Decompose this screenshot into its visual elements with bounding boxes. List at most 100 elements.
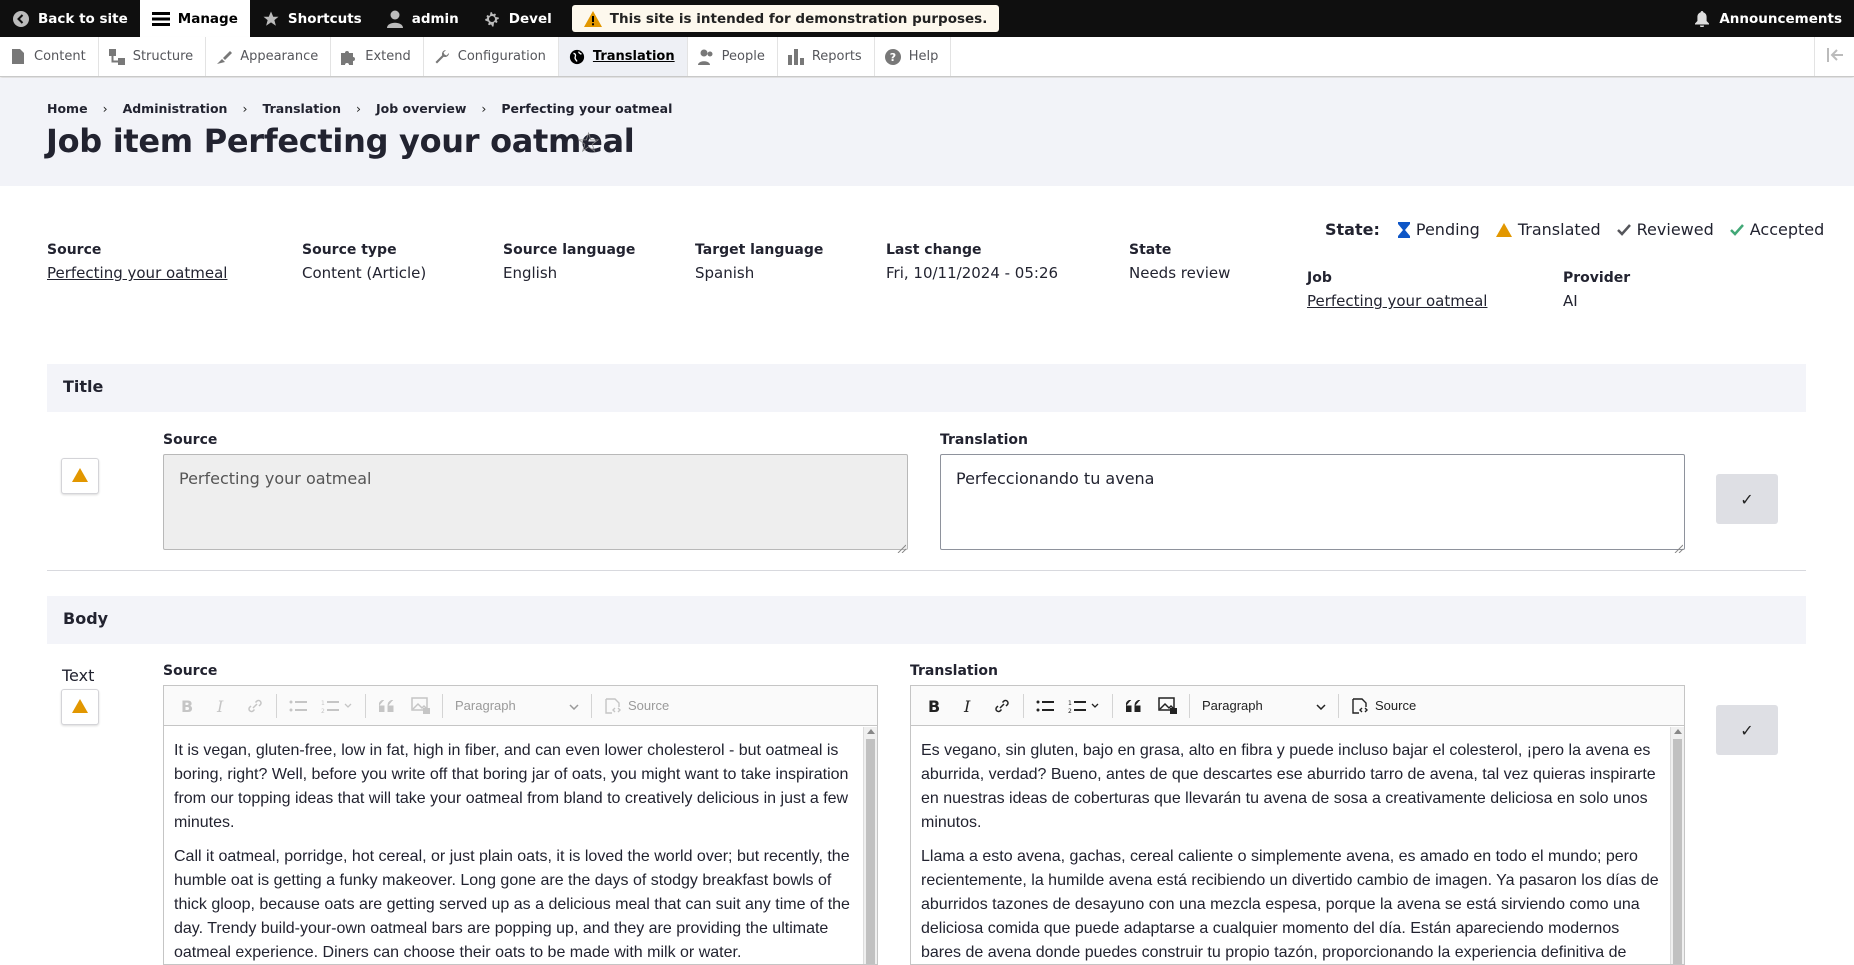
breadcrumb-job-overview[interactable]: Job overview [376,101,466,116]
meta-last-change-value: Fri, 10/11/2024 - 05:26 [886,264,1059,282]
toolbar-separator [1189,693,1190,718]
bold-button[interactable]: B [173,692,201,720]
toolbar-separator [442,693,443,718]
breadcrumb-translation[interactable]: Translation [262,101,341,116]
title-review-button[interactable]: ✓ [1716,474,1778,524]
globe-icon [569,49,585,65]
resize-handle-icon[interactable] [1673,538,1684,554]
translation-editor-content[interactable]: Es vegano, sin gluten, bajo en grasa, al… [911,727,1670,964]
chevron-down-icon [569,698,579,713]
meta-job-link[interactable]: Perfecting your oatmeal [1307,292,1487,310]
body-source-editor: B I 12 Paragraph Source It is vegan, glu… [163,685,878,965]
toolbar-separator [1112,693,1113,718]
paragraph-format-value: Paragraph [1202,698,1263,713]
numbered-list-button[interactable]: 12 [318,692,358,720]
source-paragraph: It is vegan, gluten-free, low in fat, hi… [174,742,849,831]
svg-text:?: ? [890,51,896,64]
brush-icon [216,49,233,65]
title-source-label: Source [163,432,218,448]
scrollbar-thumb[interactable] [1673,739,1682,964]
breadcrumb-home[interactable]: Home [47,101,88,116]
tray-item-reports[interactable]: Reports [778,37,875,76]
paragraph-format-dropdown[interactable]: Paragraph [1194,698,1334,713]
source-mode-button[interactable]: Source [1343,697,1424,715]
back-to-site-label: Back to site [38,10,128,27]
tray-item-label: Help [908,49,939,64]
blockquote-button[interactable] [1120,692,1148,720]
translation-editor-scrollbar[interactable] [1670,727,1684,964]
breadcrumb-current[interactable]: Perfecting your oatmeal [501,101,672,116]
check-green-icon [1729,223,1744,236]
source-paragraph: Call it oatmeal, porridge, hot cereal, o… [174,848,850,961]
paragraph-format-value: Paragraph [455,698,516,713]
title-translated-flag[interactable] [61,458,99,494]
body-translated-flag[interactable] [61,689,99,725]
breadcrumb-separator: › [481,101,487,116]
devel-tab[interactable]: Devel [471,0,564,37]
svg-text:B: B [928,699,940,713]
meta-provider-value: AI [1563,292,1578,310]
scrollbar-thumb[interactable] [866,739,875,964]
hourglass-icon [1397,221,1410,238]
tray-item-structure[interactable]: Structure [99,37,207,76]
link-button[interactable] [241,692,269,720]
italic-button[interactable]: I [207,692,235,720]
image-button[interactable] [407,692,435,720]
tray-item-content[interactable]: Content [0,37,99,76]
meta-state-value: Needs review [1129,264,1231,282]
source-mode-button[interactable]: Source [596,697,677,715]
tray-item-configuration[interactable]: Configuration [424,37,559,76]
back-to-site-link[interactable]: Back to site [0,0,140,37]
source-editor-toolbar: B I 12 Paragraph Source [164,686,877,726]
svg-text:1: 1 [1068,700,1072,707]
bold-button[interactable]: B [920,692,948,720]
body-review-button[interactable]: ✓ [1716,705,1778,755]
meta-source-language-label: Source language [503,242,636,258]
source-editor-scrollbar[interactable] [863,727,877,964]
translation-paragraph[interactable]: Es vegano, sin gluten, bajo en grasa, al… [921,739,1660,835]
title-translation-field[interactable]: Perfeccionando tu avena [940,454,1685,554]
scroll-up-arrow-icon[interactable] [867,729,875,734]
bulleted-list-button[interactable] [284,692,312,720]
structure-icon [108,48,125,65]
shortcuts-tab[interactable]: Shortcuts [250,0,374,37]
announcements-tab[interactable]: Announcements [1681,0,1854,37]
bulleted-list-button[interactable] [1031,692,1059,720]
body-translation-editor[interactable]: B I 12 Paragraph Source Es vegano, sin g… [910,685,1685,965]
tray-item-translation[interactable]: Translation [558,37,688,76]
warning-triangle-icon [1495,222,1512,237]
blockquote-button[interactable] [373,692,401,720]
italic-button[interactable]: I [954,692,982,720]
tray-item-people[interactable]: People [688,37,778,76]
scroll-up-arrow-icon[interactable] [1674,729,1682,734]
resize-handle-icon[interactable] [896,538,907,554]
paragraph-format-dropdown[interactable]: Paragraph [447,698,587,713]
tray-item-help[interactable]: ? Help [875,37,952,76]
title-translation-label: Translation [940,432,1028,448]
breadcrumb-separator: › [242,101,248,116]
tray-orientation-toggle[interactable] [1814,37,1854,76]
user-tab[interactable]: admin [374,0,471,37]
tray-item-appearance[interactable]: Appearance [206,37,332,76]
meta-source-link[interactable]: Perfecting your oatmeal [47,264,227,282]
meta-source-language: Source language English [503,242,635,282]
image-button[interactable] [1154,692,1182,720]
manage-tab[interactable]: Manage [139,0,250,37]
breadcrumb-separator: › [102,101,108,116]
meta-state: State Needs review [1129,242,1230,282]
state-accepted: Accepted [1729,220,1824,239]
numbered-list-button[interactable]: 12 [1065,692,1105,720]
link-button[interactable] [988,692,1016,720]
favorite-star-icon[interactable]: ☆ [576,126,601,159]
breadcrumb-administration[interactable]: Administration [123,101,228,116]
tray-item-label: People [721,49,765,64]
svg-text:B: B [181,699,193,713]
source-mode-label: Source [628,698,670,713]
state-reviewed-label: Reviewed [1636,220,1714,239]
tray-item-extend[interactable]: Extend [331,37,424,76]
source-code-icon [1351,697,1369,715]
manage-label: Manage [177,10,238,27]
title-source-field[interactable]: Perfecting your oatmeal [163,454,908,554]
people-icon [697,49,714,65]
translation-paragraph[interactable]: Llama a esto avena, gachas, cereal calie… [921,845,1660,964]
